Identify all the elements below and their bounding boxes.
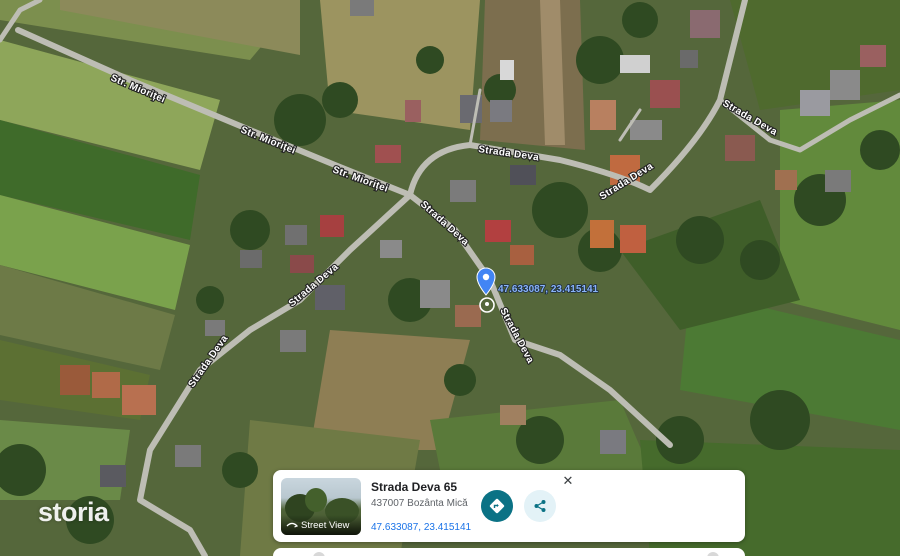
place-coordinates[interactable]: 47.633087, 23.415141 [371,522,471,533]
share-button[interactable] [524,490,556,522]
street-view-icon [286,522,298,528]
place-info-card: Street View Strada Deva 65 437007 Bozânt… [273,470,745,542]
street-view-label: Street View [301,519,350,531]
directions-icon [489,498,505,514]
pin-coordinates-label: 47.633087, 23.415141 [498,284,599,295]
close-icon[interactable]: ✕ [560,473,576,489]
street-view-overlay: Street View [281,515,361,535]
street-view-thumbnail[interactable]: Street View [281,478,361,535]
directions-button[interactable] [481,490,513,522]
storia-watermark: storia [38,497,109,527]
place-address: 437007 Bozânta Mică [371,498,468,509]
share-icon [534,500,546,512]
secondary-card [273,548,745,556]
place-title: Strada Deva 65 [371,480,458,494]
